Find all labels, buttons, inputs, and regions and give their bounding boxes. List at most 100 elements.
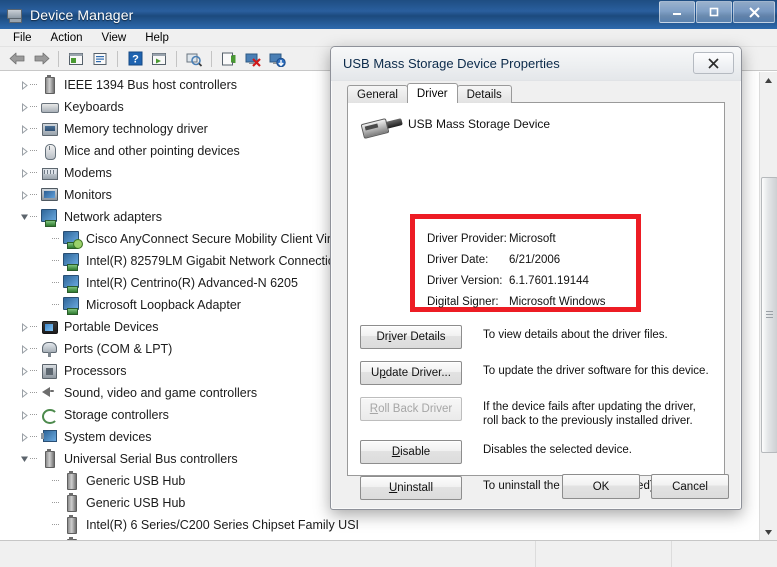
driver-info-key: Driver Provider: xyxy=(427,232,507,245)
scroll-up-arrow-icon[interactable] xyxy=(760,72,777,89)
chevron-down-icon[interactable] xyxy=(18,206,30,228)
driver-details-button[interactable]: Dr i ver Details xyxy=(360,325,462,349)
chevron-right-icon[interactable] xyxy=(18,162,30,184)
chevron-right-icon[interactable] xyxy=(18,360,30,382)
usb-controller-icon xyxy=(40,449,58,468)
monitor-icon xyxy=(40,186,58,204)
tab-details[interactable]: Details xyxy=(456,85,512,103)
chevron-right-icon[interactable] xyxy=(18,338,30,360)
scrollbar-grip xyxy=(766,311,773,319)
storage-controller-icon xyxy=(40,406,58,424)
chevron-right-icon[interactable] xyxy=(18,382,30,404)
tree-connector xyxy=(52,294,62,316)
driver-info-value: Microsoft Windows xyxy=(509,295,606,308)
dialog-body: General Driver Details USB Mass Storage … xyxy=(331,80,741,509)
tree-item-label: Microsoft Loopback Adapter xyxy=(86,298,241,312)
scan-for-hardware-changes-icon[interactable] xyxy=(183,49,205,69)
tree-connector xyxy=(52,272,62,294)
forward-arrow-icon[interactable] xyxy=(30,49,52,69)
update-driver-icon[interactable] xyxy=(148,49,170,69)
driver-info-key: Digital Signer: xyxy=(427,295,499,308)
driver-info-row: Driver Provider: Microsoft xyxy=(427,228,636,249)
maximize-button[interactable] xyxy=(696,1,732,23)
tree-connector xyxy=(30,426,40,448)
tab-general[interactable]: General xyxy=(347,85,408,103)
chevron-right-icon[interactable] xyxy=(18,316,30,338)
tree-item-label: Portable Devices xyxy=(64,320,159,334)
device-manager-window: Device Manager File Action View Help ? I… xyxy=(0,0,777,567)
usb-plug-icon xyxy=(360,113,403,139)
chevron-right-icon[interactable] xyxy=(18,140,30,162)
show-hidden-devices-icon[interactable] xyxy=(65,49,87,69)
disable-device-icon[interactable] xyxy=(266,49,288,69)
tree-item-label: Ports (COM & LPT) xyxy=(64,342,173,356)
tree-item-label: Intel(R) 82579LM Gigabit Network Connect… xyxy=(86,254,342,268)
chevron-right-icon[interactable] xyxy=(18,118,30,140)
driver-action-description: To view details about the driver files. xyxy=(483,329,668,341)
tree-connector xyxy=(30,140,40,162)
usb-controller-icon xyxy=(62,471,80,490)
tree-vertical-scrollbar[interactable] xyxy=(759,72,777,541)
chevron-right-icon[interactable] xyxy=(18,74,30,96)
usb-controller-icon xyxy=(62,515,80,534)
mouse-icon xyxy=(40,142,58,160)
scrollbar-thumb[interactable] xyxy=(761,177,777,453)
driver-info-row: Driver Date: 6/21/2006 xyxy=(427,249,636,270)
tree-item-label: Universal Serial Bus controllers xyxy=(64,452,238,466)
add-legacy-hardware-icon[interactable] xyxy=(218,49,240,69)
update-driver-button[interactable]: Up date Driver... xyxy=(360,361,462,385)
driver-action-description: To update the driver software for this d… xyxy=(483,365,709,377)
dialog-close-button[interactable] xyxy=(693,52,734,74)
tree-connector xyxy=(30,118,40,140)
tree-item-label: Keyboards xyxy=(64,100,124,114)
toolbar-separator xyxy=(211,50,212,67)
processor-icon xyxy=(40,362,58,380)
chevron-right-icon[interactable] xyxy=(18,404,30,426)
device-properties-dialog: USB Mass Storage Device Properties Gener… xyxy=(330,46,742,510)
scroll-down-arrow-icon[interactable] xyxy=(760,524,777,541)
port-icon xyxy=(40,340,58,358)
tab-driver[interactable]: Driver xyxy=(406,83,458,103)
chevron-right-icon[interactable] xyxy=(18,96,30,118)
uninstall-button[interactable]: Uninstall xyxy=(360,476,462,500)
chevron-down-icon[interactable] xyxy=(18,448,30,470)
tree-connector xyxy=(30,96,40,118)
driver-info-value: 6/21/2006 xyxy=(509,253,561,266)
driver-action-description: If the device fails after updating the d… xyxy=(483,401,696,427)
driver-info-row: Driver Version: 6.1.7601.19144 xyxy=(427,270,636,291)
properties-icon[interactable] xyxy=(89,49,111,69)
status-panel-main xyxy=(0,541,536,567)
tree-item[interactable]: Intel(R) 6 Series/C200 Series Chipset Fa… xyxy=(0,514,760,536)
tree-connector xyxy=(52,514,62,536)
tree-item-label: Cisco AnyConnect Secure Mobility Client … xyxy=(86,232,342,246)
tree-connector xyxy=(30,448,40,470)
menu-view[interactable]: View xyxy=(98,31,137,45)
tree-item-label: Intel(R) 6 Series/C200 Series Chipset Fa… xyxy=(86,518,360,532)
back-arrow-icon[interactable] xyxy=(6,49,28,69)
cancel-button[interactable]: Cancel xyxy=(651,474,729,499)
tree-item-label: Network adapters xyxy=(64,210,162,224)
tree-item-label: Memory technology driver xyxy=(64,122,208,136)
system-device-icon xyxy=(40,428,58,446)
ok-button[interactable]: OK xyxy=(562,474,640,499)
tree-connector xyxy=(30,206,40,228)
tree-item-label: System devices xyxy=(64,430,152,444)
menu-help[interactable]: Help xyxy=(141,31,179,45)
close-button[interactable] xyxy=(733,1,775,23)
driver-info-key: Driver Date: xyxy=(427,253,489,266)
help-icon[interactable]: ? xyxy=(124,49,146,69)
tree-connector xyxy=(52,492,62,514)
uninstall-device-icon[interactable] xyxy=(242,49,264,69)
chevron-right-icon[interactable] xyxy=(18,426,30,448)
menu-action[interactable]: Action xyxy=(47,31,93,45)
status-panel-tertiary xyxy=(672,541,777,567)
menu-file[interactable]: File xyxy=(9,31,42,45)
usb-controller-icon xyxy=(40,75,58,94)
minimize-button[interactable] xyxy=(659,1,695,23)
disable-button[interactable]: Disable xyxy=(360,440,462,464)
chevron-right-icon[interactable] xyxy=(18,184,30,206)
tree-item-label: IEEE 1394 Bus host controllers xyxy=(64,78,238,92)
tree-item-label: Mice and other pointing devices xyxy=(64,144,240,158)
